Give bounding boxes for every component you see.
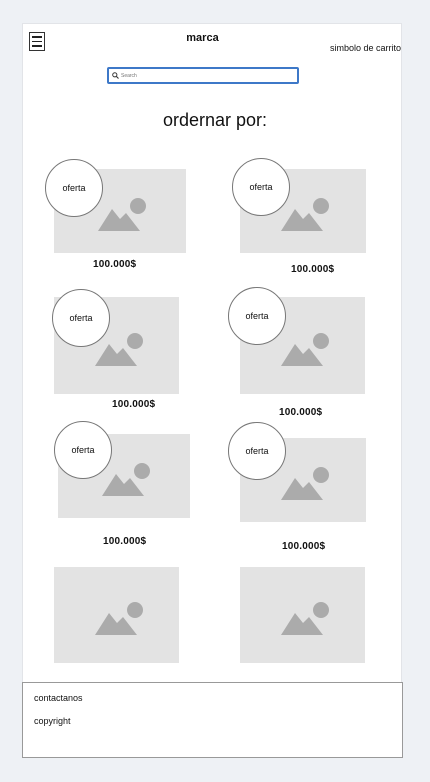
image-placeholder-icon (280, 332, 329, 366)
product-price: 100.000$ (93, 259, 137, 270)
offer-badge: oferta (232, 158, 290, 216)
product-price: 100.000$ (291, 264, 335, 275)
product-price: 100.000$ (279, 407, 323, 418)
product-image[interactable] (54, 567, 179, 663)
product-price: 100.000$ (112, 399, 156, 410)
product-image[interactable] (240, 567, 365, 663)
offer-badge: oferta (228, 287, 286, 345)
image-placeholder-icon (94, 602, 143, 635)
image-placeholder-icon (98, 198, 146, 231)
image-placeholder-icon (281, 467, 329, 500)
brand-title: marca (186, 32, 219, 44)
footer: contactanos copyright (22, 682, 403, 758)
image-placeholder-icon (280, 602, 329, 635)
search-icon (112, 72, 119, 79)
copyright-text: copyright (34, 716, 71, 726)
contact-link[interactable]: contactanos (34, 693, 83, 703)
sort-title: ordernar por: (162, 110, 268, 130)
hamburger-icon[interactable] (29, 32, 45, 51)
search-bar[interactable] (107, 67, 299, 84)
search-input[interactable] (119, 72, 291, 79)
image-placeholder-icon (102, 463, 150, 496)
product-price: 100.000$ (103, 536, 147, 547)
cart-link[interactable]: simbolo de carrito (330, 43, 401, 53)
product-price: 100.000$ (282, 541, 326, 552)
offer-badge: oferta (228, 422, 286, 480)
image-placeholder-icon (281, 198, 329, 231)
offer-badge: oferta (52, 289, 110, 347)
offer-badge: oferta (54, 421, 112, 479)
offer-badge: oferta (45, 159, 103, 217)
